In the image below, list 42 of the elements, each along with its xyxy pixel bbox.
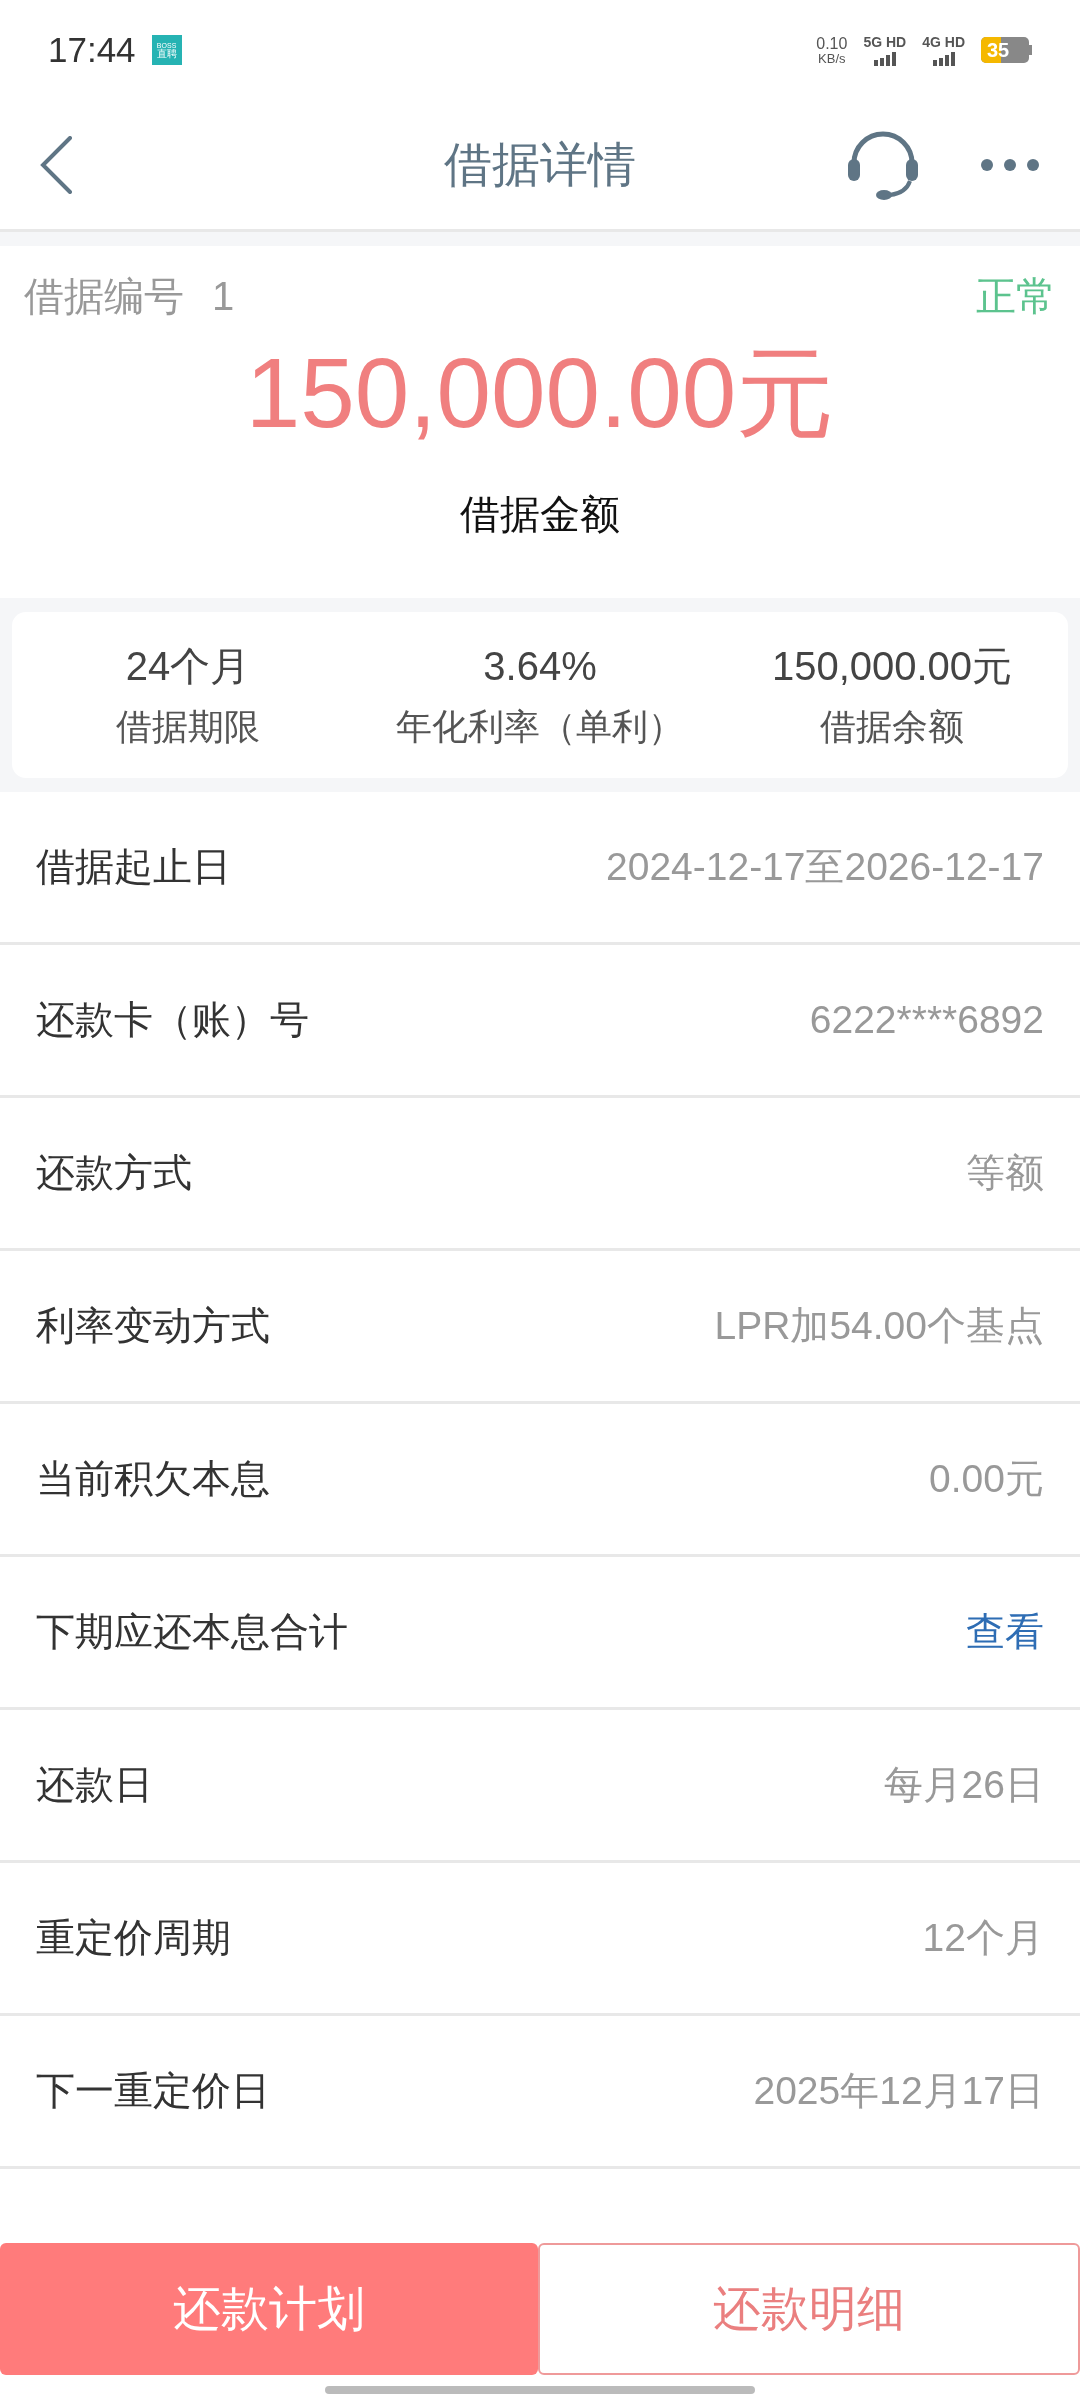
loan-number: 1 [212, 273, 235, 320]
signal-icon [873, 51, 896, 66]
loan-amount-label: 借据金额 [460, 491, 620, 538]
row-value: 0.00元 [929, 1455, 1044, 1502]
row-label: 还款卡（账）号 [36, 996, 309, 1043]
status-text: 正常 [976, 273, 1056, 320]
stat-value: 150,000.00元 [771, 643, 1013, 690]
signal-icon [932, 51, 955, 66]
row-value: LPR加54.00个基点 [714, 1302, 1044, 1349]
app-icon-text: 直聘 [156, 48, 177, 59]
network-label: 5G HD [863, 34, 907, 49]
row-label: 重定价周期 [36, 1914, 231, 1961]
row-label: 当前积欠本息 [36, 1455, 270, 1502]
battery-level: 35 [986, 38, 1010, 63]
row-value: 6222****6892 [809, 996, 1044, 1043]
row-label: 还款方式 [36, 1149, 192, 1196]
row-label: 下一重定价日 [36, 2067, 270, 2114]
action-button[interactable]: 还款明细 [538, 2243, 1080, 2375]
more-icon[interactable] [980, 157, 1040, 172]
page-title: 借据详情 [444, 136, 636, 193]
loan-amount: 150,000.00元 [245, 344, 835, 442]
row-value: 2025年12月17日 [753, 2067, 1044, 2114]
network-label: 4G HD [922, 34, 965, 49]
network-speed-unit: KB/s [818, 51, 846, 65]
row-value: 等额 [966, 1149, 1044, 1196]
loan-number-label: 借据编号 [24, 273, 184, 320]
stat-label: 借据期限 [116, 705, 260, 749]
row-value: 12个月 [922, 1914, 1044, 1961]
stat-label: 年化利率（单利） [396, 705, 684, 749]
network-speed: 0.10 [816, 35, 848, 52]
row-value: 2024-12-17至2026-12-17 [606, 843, 1044, 890]
stat-value: 3.64% [483, 643, 597, 690]
stat-label: 借据余额 [820, 705, 964, 749]
view-link[interactable]: 查看 [966, 1602, 1044, 1662]
stat-value: 24个月 [125, 643, 251, 690]
action-button[interactable]: 还款计划 [0, 2243, 538, 2375]
row-value: 每月26日 [883, 1761, 1044, 1808]
row-label: 借据起止日 [36, 843, 231, 890]
row-label: 还款日 [36, 1761, 153, 1808]
row-label: 利率变动方式 [36, 1302, 270, 1349]
clock: 17:44 [48, 28, 136, 71]
row-label: 下期应还本息合计 [36, 1608, 348, 1655]
